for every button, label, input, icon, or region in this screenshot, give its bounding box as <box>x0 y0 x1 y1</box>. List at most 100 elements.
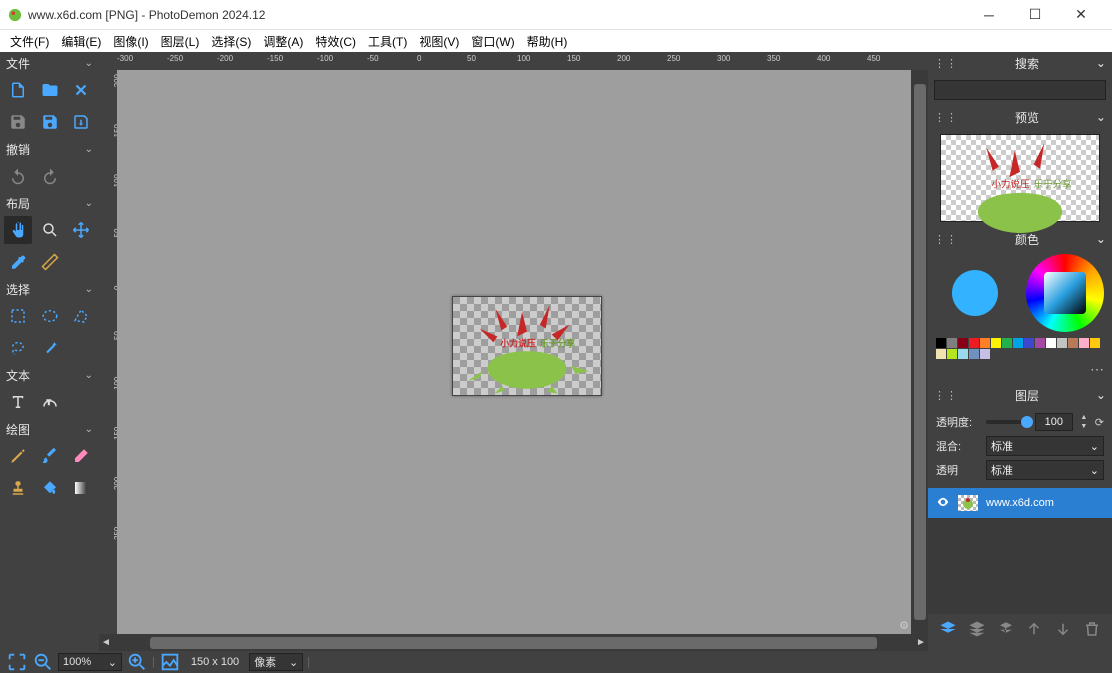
image-canvas[interactable]: 小力说压 乐于分享 <box>452 296 602 396</box>
vertical-scrollbar[interactable] <box>911 70 928 634</box>
opacity-spinner[interactable]: ▲▼ <box>1077 413 1091 431</box>
fill-tool[interactable] <box>36 474 64 502</box>
brush-tool[interactable] <box>36 442 64 470</box>
toolbox-text-header[interactable]: 文本⌄ <box>0 364 99 386</box>
color-swatch[interactable] <box>958 338 968 348</box>
color-swatch[interactable] <box>1024 338 1034 348</box>
merge-down-button[interactable] <box>997 620 1015 641</box>
menu-view[interactable]: 视图(V) <box>413 31 465 52</box>
close-file-button[interactable] <box>67 76 95 104</box>
layer-down-button[interactable] <box>1054 620 1072 641</box>
layer-up-button[interactable] <box>1025 620 1043 641</box>
color-more-icon[interactable]: ⋯ <box>936 361 1104 378</box>
poly-select-tool[interactable] <box>67 302 95 330</box>
menu-window[interactable]: 窗口(W) <box>465 31 520 52</box>
toolbox-file-header[interactable]: 文件⌄ <box>0 52 99 74</box>
menu-help[interactable]: 帮助(H) <box>521 31 574 52</box>
menu-layer[interactable]: 图层(L) <box>155 31 206 52</box>
color-swatch[interactable] <box>991 338 1001 348</box>
menu-adjust[interactable]: 调整(A) <box>257 31 309 52</box>
color-swatch[interactable] <box>947 338 957 348</box>
open-file-button[interactable] <box>36 76 64 104</box>
maximize-button[interactable]: ☐ <box>1012 0 1058 30</box>
redo-button[interactable] <box>36 162 64 190</box>
layer-row[interactable]: www.x6d.com <box>928 488 1112 518</box>
menu-select[interactable]: 选择(S) <box>205 31 257 52</box>
toolbox-undo-header[interactable]: 撤销⌄ <box>0 138 99 160</box>
color-swatches <box>936 338 1104 359</box>
layers-panel-header[interactable]: ⋮⋮图层⌄ <box>928 384 1112 406</box>
color-swatch[interactable] <box>1079 338 1089 348</box>
blend-select[interactable]: 标准⌄ <box>986 436 1104 456</box>
add-layer-button[interactable] <box>939 620 957 641</box>
horizontal-scrollbar[interactable]: ◄► <box>99 634 928 651</box>
pencil-tool[interactable] <box>4 442 32 470</box>
lasso-tool[interactable] <box>4 334 32 362</box>
save-as-button[interactable] <box>36 108 64 136</box>
color-swatch[interactable] <box>980 338 990 348</box>
toolbox-select-header[interactable]: 选择⌄ <box>0 278 99 300</box>
color-swatch[interactable] <box>1013 338 1023 348</box>
duplicate-layer-button[interactable] <box>968 620 986 641</box>
toolbox-draw-header[interactable]: 绘图⌄ <box>0 418 99 440</box>
rect-select-tool[interactable] <box>4 302 32 330</box>
preview-panel-header[interactable]: ⋮⋮预览⌄ <box>928 106 1112 128</box>
stamp-tool[interactable] <box>4 474 32 502</box>
opacity-slider[interactable] <box>986 420 1031 424</box>
color-swatch[interactable] <box>1090 338 1100 348</box>
menu-image[interactable]: 图像(I) <box>107 31 154 52</box>
color-swatch[interactable] <box>1068 338 1078 348</box>
preview-thumbnail[interactable]: 小力说压 乐于分享 <box>940 134 1100 222</box>
delete-layer-button[interactable] <box>1083 620 1101 641</box>
save-button[interactable] <box>4 108 32 136</box>
zoom-tool[interactable] <box>36 216 64 244</box>
visibility-icon[interactable] <box>936 495 950 512</box>
eraser-tool[interactable] <box>67 442 95 470</box>
ruler-tool[interactable] <box>36 248 64 276</box>
minimize-button[interactable]: ─ <box>966 0 1012 30</box>
zoom-out-button[interactable] <box>32 652 54 672</box>
units-select[interactable]: 像素⌄ <box>249 653 303 671</box>
search-panel-header[interactable]: ⋮⋮搜索⌄ <box>928 52 1112 74</box>
opacity-value[interactable]: 100 <box>1035 413 1073 431</box>
color-wheel-hue[interactable] <box>1026 254 1104 332</box>
reset-icon[interactable]: ⟳ <box>1095 416 1104 429</box>
menu-effects[interactable]: 特效(C) <box>309 31 362 52</box>
color-swatch[interactable] <box>969 338 979 348</box>
gear-icon[interactable]: ⚙ <box>899 619 909 632</box>
move-tool[interactable] <box>67 216 95 244</box>
export-button[interactable] <box>67 108 95 136</box>
color-swatch[interactable] <box>958 349 968 359</box>
hand-tool[interactable] <box>4 216 32 244</box>
color-swatch[interactable] <box>1002 338 1012 348</box>
wand-tool[interactable] <box>36 334 64 362</box>
fit-screen-button[interactable] <box>6 652 28 672</box>
color-swatch[interactable] <box>1046 338 1056 348</box>
gradient-tool[interactable] <box>67 474 95 502</box>
toolbox-layout-header[interactable]: 布局⌄ <box>0 192 99 214</box>
color-swatch[interactable] <box>969 349 979 359</box>
search-input[interactable] <box>934 80 1106 100</box>
zoom-select[interactable]: 100%⌄ <box>58 653 122 671</box>
text-tool[interactable] <box>4 388 32 416</box>
color-swatch[interactable] <box>980 349 990 359</box>
color-swatch[interactable] <box>947 349 957 359</box>
close-window-button[interactable]: ✕ <box>1058 0 1104 30</box>
new-file-button[interactable] <box>4 76 32 104</box>
dropper-tool[interactable] <box>4 248 32 276</box>
zoom-in-button[interactable] <box>126 652 148 672</box>
image-info-icon[interactable] <box>159 652 181 672</box>
undo-button[interactable] <box>4 162 32 190</box>
color-swatch[interactable] <box>936 338 946 348</box>
alpha-select[interactable]: 标准⌄ <box>986 460 1104 480</box>
text-path-tool[interactable]: T <box>36 388 64 416</box>
color-swatch[interactable] <box>1035 338 1045 348</box>
color-wheel-shade[interactable] <box>936 254 1014 332</box>
menu-edit[interactable]: 编辑(E) <box>55 31 107 52</box>
color-swatch[interactable] <box>936 349 946 359</box>
color-swatch[interactable] <box>1057 338 1067 348</box>
menu-tools[interactable]: 工具(T) <box>362 31 413 52</box>
menu-file[interactable]: 文件(F) <box>4 31 55 52</box>
canvas-viewport[interactable]: 小力说压 乐于分享 ⚙ <box>117 70 911 634</box>
ellipse-select-tool[interactable] <box>36 302 64 330</box>
